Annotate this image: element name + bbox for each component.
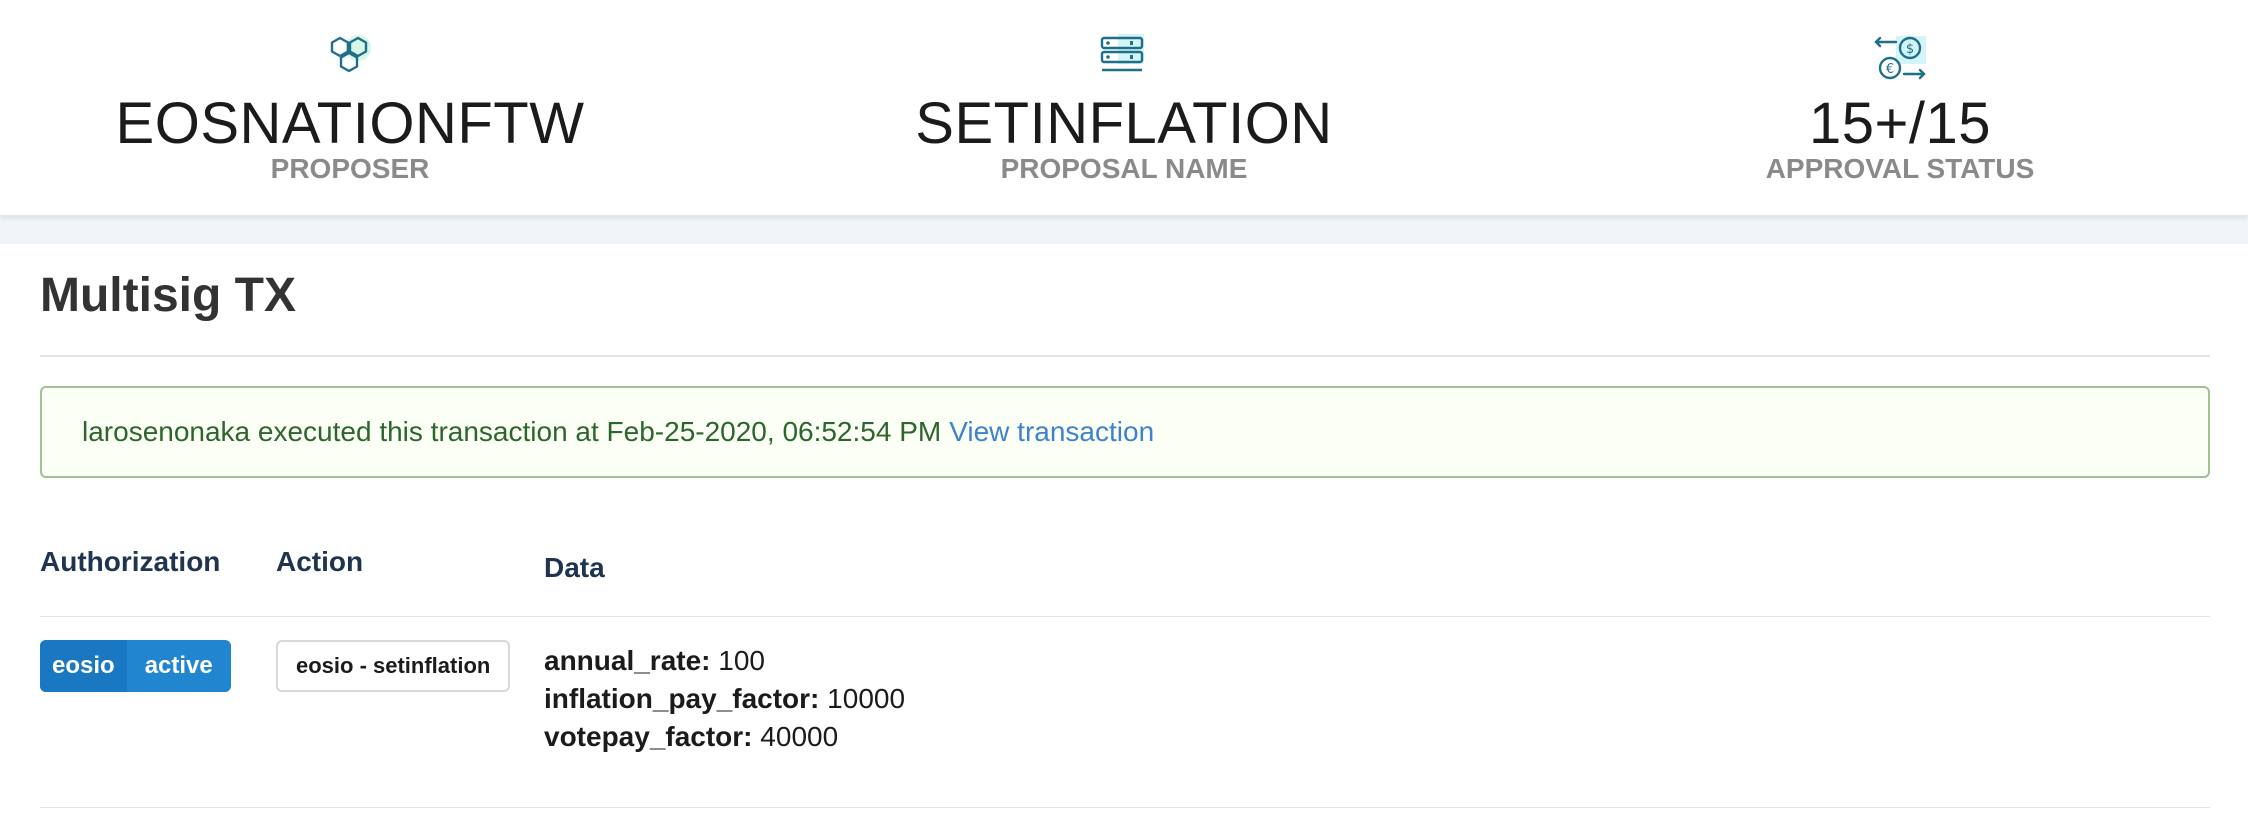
approval-status-stat: $ € 15+/15 APPROVAL STATUS xyxy=(1600,30,2200,184)
stats-bar: EOSNATIONFTW PROPOSER SETINFLATION PROPO… xyxy=(0,0,2248,216)
divider xyxy=(40,355,2210,357)
proposer-label: PROPOSER xyxy=(270,153,430,184)
data-value: 10000 xyxy=(827,683,906,714)
view-transaction-link[interactable]: View transaction xyxy=(949,416,1154,448)
auth-permission: active xyxy=(144,652,213,679)
column-header-data: Data xyxy=(544,552,605,583)
proposer-stat: EOSNATIONFTW PROPOSER xyxy=(50,30,650,184)
data-row: inflation_pay_factor: 10000 xyxy=(544,680,905,718)
proposal-name-label: PROPOSAL NAME xyxy=(1000,153,1248,184)
server-stack-icon xyxy=(1100,34,1144,72)
approval-status-label: APPROVAL STATUS xyxy=(1765,153,2035,184)
proposal-name-value: SETINFLATION xyxy=(915,91,1333,156)
data-key: inflation_pay_factor: xyxy=(544,683,820,714)
proposal-name-stat: SETINFLATION PROPOSAL NAME xyxy=(824,30,1424,184)
svg-text:€: € xyxy=(1886,62,1894,77)
execution-alert: larosenonaka executed this transaction a… xyxy=(40,386,2210,478)
alert-text: larosenonaka executed this transaction a… xyxy=(82,416,942,447)
data-key: votepay_factor: xyxy=(544,721,753,752)
currency-exchange-icon: $ € xyxy=(1874,36,1926,80)
proposer-value: EOSNATIONFTW xyxy=(115,91,585,156)
table-bottom-divider xyxy=(40,807,2210,808)
svg-text:$: $ xyxy=(1906,42,1914,57)
action-label: eosio - setinflation xyxy=(276,640,511,692)
hexagons-icon xyxy=(330,35,371,73)
page-title: Multisig TX xyxy=(40,269,296,322)
data-row: annual_rate: 100 xyxy=(544,642,765,680)
table-header-divider xyxy=(40,616,2210,617)
column-header-authorization: Authorization xyxy=(40,546,221,577)
data-row: votepay_factor: 40000 xyxy=(544,718,838,756)
data-key: annual_rate: xyxy=(544,645,711,676)
data-value: 100 xyxy=(718,645,765,676)
approval-status-value: 15+/15 xyxy=(1808,91,1991,156)
column-header-action: Action xyxy=(276,546,364,577)
multisig-panel: Multisig TX larosenonaka executed this t… xyxy=(0,244,2248,836)
auth-actor: eosio xyxy=(40,640,127,692)
authorization-badge: eosio active xyxy=(40,640,231,692)
data-value: 40000 xyxy=(760,721,839,752)
